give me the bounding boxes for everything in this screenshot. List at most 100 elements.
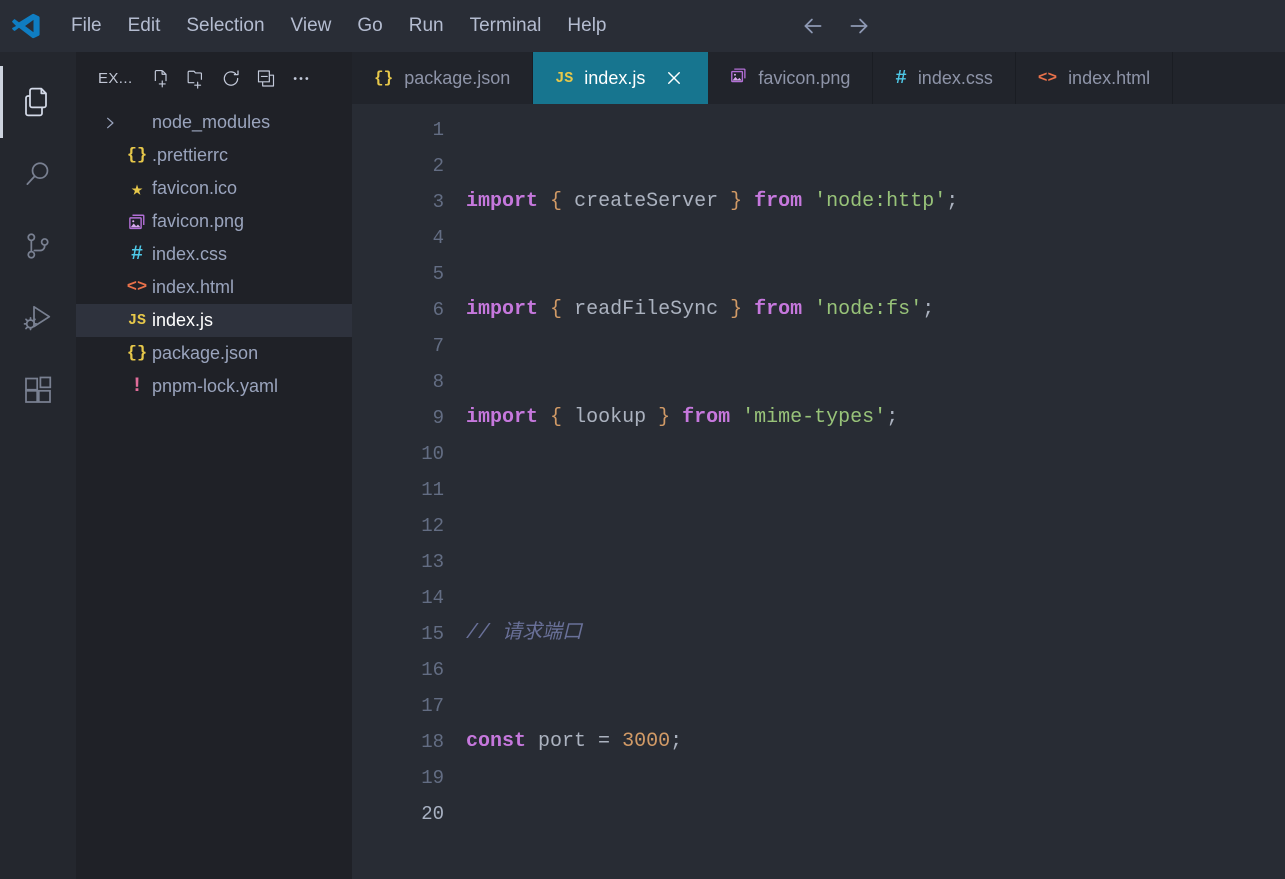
code-editor[interactable]: 1 2 3 4 5 6 7 8 9 10 11 12 13 14 15 16 1 [352, 104, 1285, 879]
activity-item-run-debug[interactable] [0, 282, 76, 354]
file-tree-item-label: pnpm-lock.yaml [152, 376, 279, 396]
json-file-icon: {} [126, 344, 148, 363]
code-line-3: import { lookup } from 'mime-types'; [466, 406, 899, 429]
activity-item-search[interactable] [0, 138, 76, 210]
line-number: 1 [432, 119, 444, 141]
css-file-icon: # [895, 67, 907, 89]
file-tree-item-index-js[interactable]: JS index.js [76, 304, 352, 337]
activity-item-extensions[interactable] [0, 354, 76, 426]
js-file-icon: JS [127, 312, 146, 329]
file-tree-item-label: favicon.png [152, 211, 245, 231]
explorer-actions [151, 68, 311, 89]
line-number: 10 [421, 443, 444, 465]
file-tree-item-label: index.html [152, 277, 235, 297]
code-content[interactable]: import { createServer } from 'node:http'… [464, 104, 1285, 879]
new-file-icon[interactable] [151, 68, 171, 88]
star-file-icon: ★ [130, 178, 144, 202]
menu-view[interactable]: View [278, 10, 345, 42]
menu-bar: File Edit Selection View Go Run Terminal… [58, 10, 620, 42]
line-number: 8 [432, 371, 444, 393]
code-line-2: import { readFileSync } from 'node:fs'; [466, 298, 935, 321]
file-tree-item-prettierrc[interactable]: {} .prettierrc [76, 139, 352, 172]
activity-item-explorer[interactable] [0, 66, 76, 138]
line-number: 13 [421, 551, 444, 573]
chevron-right-icon [98, 116, 122, 130]
line-number: 3 [432, 191, 444, 213]
file-tree-item-label: index.css [152, 244, 228, 264]
file-tree-item-label: package.json [152, 343, 259, 363]
code-line-1: import { createServer } from 'node:http'… [466, 190, 959, 213]
line-number: 4 [432, 227, 444, 249]
ellipsis-icon[interactable] [291, 68, 311, 88]
line-number-current: 20 [421, 803, 444, 825]
close-icon[interactable] [662, 69, 686, 87]
title-bar: File Edit Selection View Go Run Terminal… [0, 0, 1285, 52]
tab-index-js[interactable]: JS index.js [533, 52, 709, 104]
file-tree-item-index-css[interactable]: # index.css [76, 238, 352, 271]
vscode-logo-icon [0, 0, 52, 52]
file-tree-item-favicon-png[interactable]: favicon.png [76, 205, 352, 238]
menu-help[interactable]: Help [554, 10, 619, 42]
html-file-icon: <> [126, 278, 148, 297]
file-tree-item-package-json[interactable]: {} package.json [76, 337, 352, 370]
line-number: 12 [421, 515, 444, 537]
menu-run[interactable]: Run [396, 10, 457, 42]
menu-selection[interactable]: Selection [173, 10, 277, 42]
tab-index-css[interactable]: # index.css [873, 52, 1016, 104]
css-file-icon: # [130, 243, 143, 266]
file-tree-item-label: index.js [152, 310, 214, 330]
file-tree-item-pnpm-lock-yaml[interactable]: ! pnpm-lock.yaml [76, 370, 352, 403]
activity-item-source-control[interactable] [0, 210, 76, 282]
code-line-5: // 请求端口 [466, 622, 583, 645]
file-tree-item-index-html[interactable]: <> index.html [76, 271, 352, 304]
file-tree-item-label: favicon.ico [152, 178, 238, 198]
file-tree-item-label: .prettierrc [152, 145, 229, 165]
arrow-left-icon[interactable] [800, 13, 826, 39]
tab-package-json[interactable]: {} package.json [352, 52, 534, 104]
tab-index-html[interactable]: <> index.html [1016, 52, 1174, 104]
explorer-header: EX... [76, 52, 352, 104]
navigation-controls [800, 0, 872, 52]
line-number: 15 [421, 623, 444, 645]
line-number: 7 [432, 335, 444, 357]
line-number: 17 [421, 695, 444, 717]
explorer-sidebar: EX... node_modules {} .prettierrc ★ favi… [76, 52, 352, 879]
menu-go[interactable]: Go [344, 10, 395, 42]
menu-edit[interactable]: Edit [115, 10, 174, 42]
tab-label: index.css [917, 67, 993, 88]
line-number: 9 [432, 407, 444, 429]
file-tree-item-favicon-ico[interactable]: ★ favicon.ico [76, 172, 352, 205]
tab-favicon-png[interactable]: favicon.png [708, 52, 874, 104]
line-number: 16 [421, 659, 444, 681]
editor-tab-bar: {} package.json JS index.js favicon.png … [352, 52, 1285, 104]
line-number: 18 [421, 731, 444, 753]
workbench-body: EX... node_modules {} .prettierrc ★ favi… [0, 52, 1285, 879]
tab-label: index.js [584, 67, 646, 88]
collapse-all-icon[interactable] [256, 68, 276, 88]
file-tree-item-label: node_modules [152, 112, 271, 132]
image-file-icon [730, 67, 747, 89]
line-number: 19 [421, 767, 444, 789]
file-tree: node_modules {} .prettierrc ★ favicon.ic… [76, 104, 352, 879]
editor-area: {} package.json JS index.js favicon.png … [352, 52, 1285, 879]
line-number: 14 [421, 587, 444, 609]
arrow-right-icon[interactable] [846, 13, 872, 39]
file-tree-item-node-modules[interactable]: node_modules [76, 106, 352, 139]
yaml-file-icon: ! [130, 375, 143, 398]
line-number: 2 [432, 155, 444, 177]
line-number: 5 [432, 263, 444, 285]
line-number: 6 [432, 299, 444, 321]
refresh-icon[interactable] [221, 68, 241, 88]
explorer-title: EX... [98, 69, 133, 87]
js-file-icon: JS [555, 69, 574, 87]
menu-terminal[interactable]: Terminal [457, 10, 555, 42]
html-file-icon: <> [1037, 69, 1058, 87]
line-number-gutter: 1 2 3 4 5 6 7 8 9 10 11 12 13 14 15 16 1 [352, 104, 464, 879]
vscode-window: File Edit Selection View Go Run Terminal… [0, 0, 1285, 879]
activity-bar [0, 52, 76, 879]
menu-file[interactable]: File [58, 10, 115, 42]
tab-label: index.html [1068, 67, 1151, 88]
image-file-icon [122, 213, 152, 231]
new-folder-icon[interactable] [186, 68, 206, 89]
